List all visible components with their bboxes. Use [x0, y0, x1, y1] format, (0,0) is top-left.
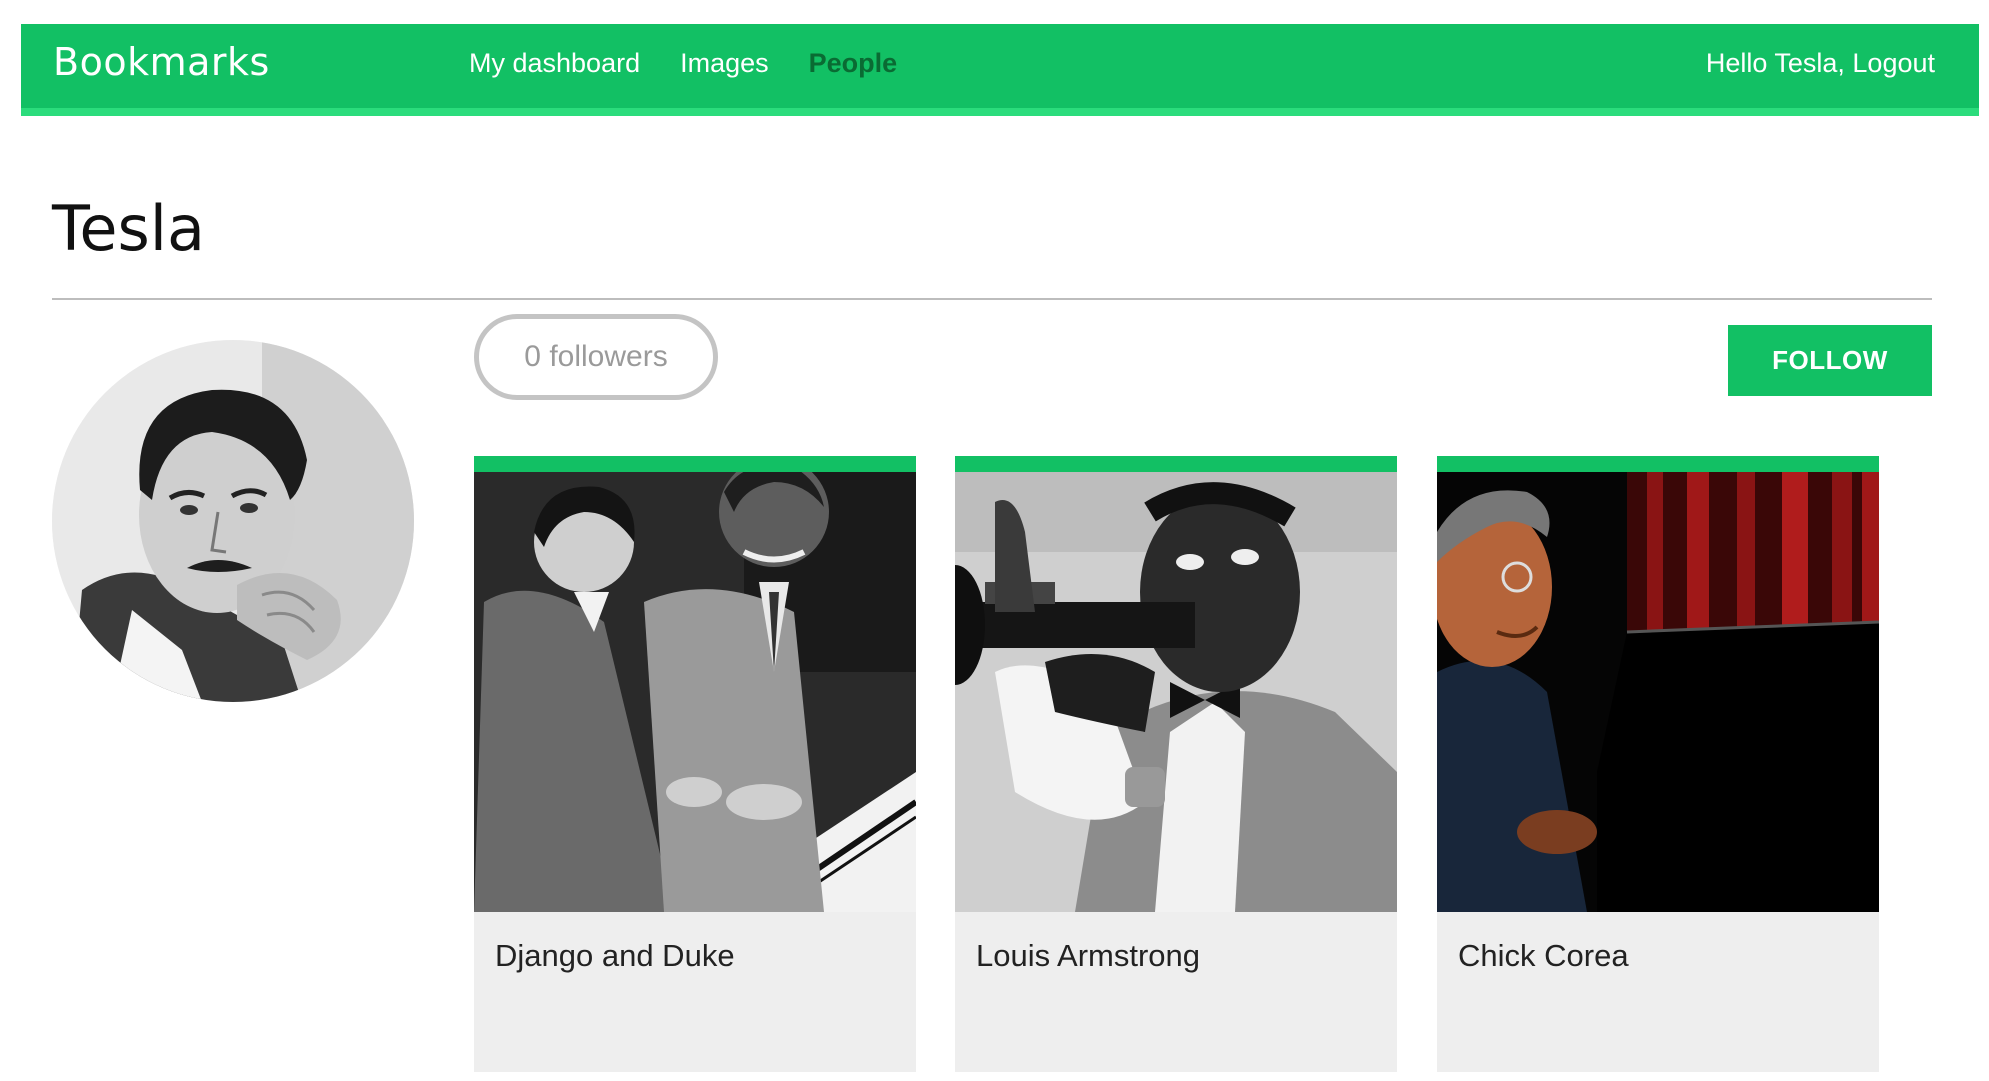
avatar-image — [52, 340, 414, 702]
nav-item-dashboard[interactable]: My dashboard — [469, 48, 640, 79]
card-title: Chick Corea — [1458, 938, 1629, 973]
image-card[interactable]: Louis Armstrong — [955, 456, 1397, 1072]
user-area: Hello Tesla, Logout — [1706, 48, 1935, 79]
page-title: Tesla — [52, 192, 206, 265]
followers-count-badge: 0 followers — [474, 314, 718, 400]
nav-item-people[interactable]: People — [809, 48, 898, 79]
card-title: Louis Armstrong — [976, 938, 1200, 973]
top-navbar: Bookmarks My dashboard Images People Hel… — [21, 24, 1979, 116]
image-card[interactable]: Chick Corea — [1437, 456, 1879, 1072]
brand-logo[interactable]: Bookmarks — [53, 40, 270, 84]
card-accent-bar — [955, 456, 1397, 472]
title-divider — [52, 298, 1932, 300]
profile-avatar — [52, 340, 414, 702]
follow-button[interactable]: FOLLOW — [1728, 325, 1932, 396]
card-image[interactable] — [1437, 472, 1879, 912]
user-greeting: Hello Tesla, — [1705, 48, 1853, 78]
nav-item-images[interactable]: Images — [680, 48, 769, 79]
card-title: Django and Duke — [495, 938, 735, 973]
logout-link[interactable]: Logout — [1852, 48, 1935, 78]
image-card[interactable]: Django and Duke — [474, 456, 916, 1072]
navbar-accent-bar — [21, 108, 1979, 116]
card-image[interactable] — [955, 472, 1397, 912]
card-accent-bar — [1437, 456, 1879, 472]
card-accent-bar — [474, 456, 916, 472]
card-image[interactable] — [474, 472, 916, 912]
main-nav: My dashboard Images People — [469, 48, 897, 79]
